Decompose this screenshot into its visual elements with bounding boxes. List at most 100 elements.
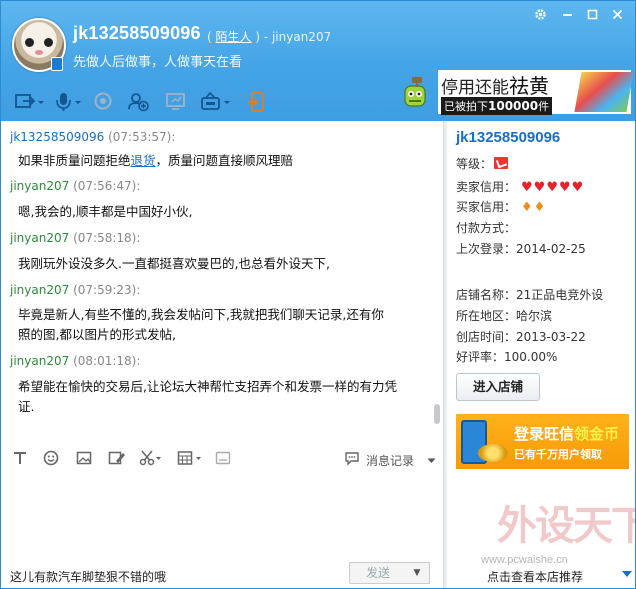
settings-icon[interactable] (534, 8, 547, 25)
relation-prefix: ( (207, 30, 216, 44)
wangxin-ad-banner[interactable]: 登录旺信领金币 已有千万用户领取 (456, 414, 629, 469)
message-line: 照的图,都以图片的形式发帖, (18, 327, 176, 342)
chat-history[interactable]: jk13258509096 (07:53:57): 如果非质量问题拒绝退货，质量… (1, 121, 443, 441)
mobile-online-icon (51, 57, 63, 71)
message-sender[interactable]: jinyan207 (10, 283, 69, 297)
diamond-icon: ♦ (521, 200, 533, 215)
message-sender[interactable]: jinyan207 (10, 179, 69, 193)
payment-row: 付款方式： (456, 221, 517, 235)
message-text: 嗯,我会的,顺丰都是中国好小伙, (18, 204, 193, 219)
minimize-icon[interactable] (562, 8, 573, 25)
font-icon[interactable] (12, 450, 28, 469)
message-input[interactable] (1, 473, 443, 561)
buyer-credit-label: 买家信用： (456, 200, 517, 214)
promo-line1b: 祛黄 (509, 74, 549, 98)
enter-shop-button[interactable]: 进入店铺 (456, 373, 540, 401)
message-time: (07:53:57): (108, 130, 176, 144)
buyer-credit-row: 买家信用： ♦♦ (456, 198, 546, 215)
shop-name-label: 店铺名称： (456, 288, 517, 302)
emoji-icon[interactable] (43, 450, 59, 469)
watermark-logo: 外设天下 (497, 493, 636, 553)
send-options-button[interactable]: ▼ (405, 562, 430, 584)
phone-transfer-button[interactable] (246, 91, 272, 113)
android-mascot-icon (404, 77, 426, 107)
relation-tag[interactable]: 陌生人 (216, 30, 252, 44)
message-text: 希望能在愉快的交易后,让论坛大神帮忙支招弄个和发票一样的有力凭 证. (18, 377, 433, 417)
message-text: 毕竟是新人,有些不懂的,我会发帖问下,我就把我们聊天记录,还有你 照的图,都以图片… (18, 305, 433, 345)
avatar-eye (44, 38, 53, 47)
message-time: (07:58:18): (73, 231, 141, 245)
message-text-part: 如果非质量问题拒绝 (18, 153, 131, 168)
promo-ad[interactable]: 停用还能祛黄 已被拍下100000件 (438, 70, 634, 115)
heart-icon: ♥ (533, 180, 546, 195)
watermark-text: 外设天下 (497, 503, 636, 549)
rating-row: 好评率：100.00% (456, 348, 557, 365)
message-meta: jinyan207 (07:56:47): (10, 179, 140, 193)
rating-label: 好评率： (456, 350, 505, 364)
message-time: (08:01:18): (73, 354, 141, 368)
history-icon[interactable] (344, 451, 360, 469)
input-draft-text[interactable]: 这儿有款汽车脚垫狠不错的哦 (10, 568, 166, 585)
message-sender[interactable]: jk13258509096 (10, 130, 104, 144)
edit-image-icon[interactable] (108, 450, 126, 469)
last-login-label: 上次登录： (456, 242, 517, 256)
heart-icon: ♥ (521, 180, 533, 195)
heart-icon: ♥ (558, 180, 571, 195)
screen-share-button[interactable] (165, 91, 191, 113)
chat-scrollbar[interactable] (434, 404, 440, 424)
last-login-row: 上次登录：2014-02-25 (456, 240, 586, 257)
send-button[interactable]: 发送 (349, 562, 407, 584)
ad-subline: 已有千万用户领取 (514, 448, 602, 461)
level-row: 等级： (456, 155, 509, 172)
message-text: 我刚玩外设没多久.一直都挺喜欢曼巴的,也总看外设天下, (18, 256, 330, 271)
coins-icon (478, 444, 508, 462)
seller-hearts[interactable]: ♥♥♥♥♥ (521, 180, 584, 195)
watermark-url: www.pcwaishe.cn (481, 554, 568, 566)
message-sender[interactable]: jinyan207 (10, 354, 69, 368)
maximize-icon[interactable] (587, 8, 598, 25)
rating-value: 100.00% (504, 350, 558, 364)
promo-product-image (574, 72, 634, 112)
created-label: 创店时间： (456, 330, 517, 344)
region-value: 哈尔滨 (516, 309, 553, 323)
ad-headline: 登录旺信领金币 (514, 423, 619, 444)
history-button[interactable]: 消息记录 (366, 452, 414, 469)
screenshot-scissors-icon[interactable] (139, 450, 163, 469)
more-tools-icon[interactable] (215, 450, 231, 469)
message-time: (07:56:47): (73, 179, 141, 193)
message-meta: jinyan207 (07:59:23): (10, 283, 140, 297)
remote-assist-button[interactable] (200, 91, 230, 113)
message-text: 如果非质量问题拒绝退货，质量问题直接顺风理赔 (18, 151, 433, 171)
video-button[interactable] (93, 91, 119, 113)
buyer-diamonds[interactable]: ♦♦ (521, 200, 546, 215)
message-text-part: ，质量问题直接顺风理赔 (155, 153, 294, 168)
heart-icon: ♥ (571, 180, 584, 195)
message-meta: jinyan207 (08:01:18): (10, 354, 140, 368)
chevron-down-icon[interactable] (622, 571, 632, 577)
image-icon[interactable] (76, 450, 92, 469)
promo-banner[interactable]: 停用还能祛黄 已被拍下100000件 (398, 69, 634, 115)
contact-relation: ( 陌生人 ) - jinyan207 (207, 28, 331, 45)
last-login-value: 2014-02-25 (516, 242, 586, 256)
region-label: 所在地区： (456, 309, 517, 323)
voice-button[interactable] (54, 91, 81, 113)
promo-line2: 已被拍下100000件 (441, 97, 553, 115)
chat-window: jk13258509096 ( 陌生人 ) - jinyan207 先做人后做事… (0, 0, 636, 589)
message-sender[interactable]: jinyan207 (10, 231, 69, 245)
message-meta: jk13258509096 (07:53:57): (10, 130, 175, 144)
ad-headline-a: 登录旺信 (514, 425, 575, 443)
close-icon[interactable] (612, 8, 623, 25)
promo-line1a: 停用还能 (441, 78, 509, 98)
profile-name[interactable]: jk13258509096 (456, 129, 560, 146)
add-contact-button[interactable] (128, 91, 154, 113)
message-link[interactable]: 退货 (131, 153, 156, 168)
view-recommend-link[interactable]: 点击查看本店推荐 (487, 568, 583, 585)
avatar-nose (35, 50, 43, 55)
created-row: 创店时间：2013-03-22 (456, 328, 586, 345)
history-dropdown-icon[interactable] (427, 454, 436, 468)
message-meta: jinyan207 (07:58:18): (10, 231, 140, 245)
contact-nickname[interactable]: jk13258509096 (73, 23, 201, 44)
send-file-button[interactable] (15, 91, 44, 113)
calculator-icon[interactable] (177, 450, 203, 469)
heart-icon: ♥ (546, 180, 558, 195)
